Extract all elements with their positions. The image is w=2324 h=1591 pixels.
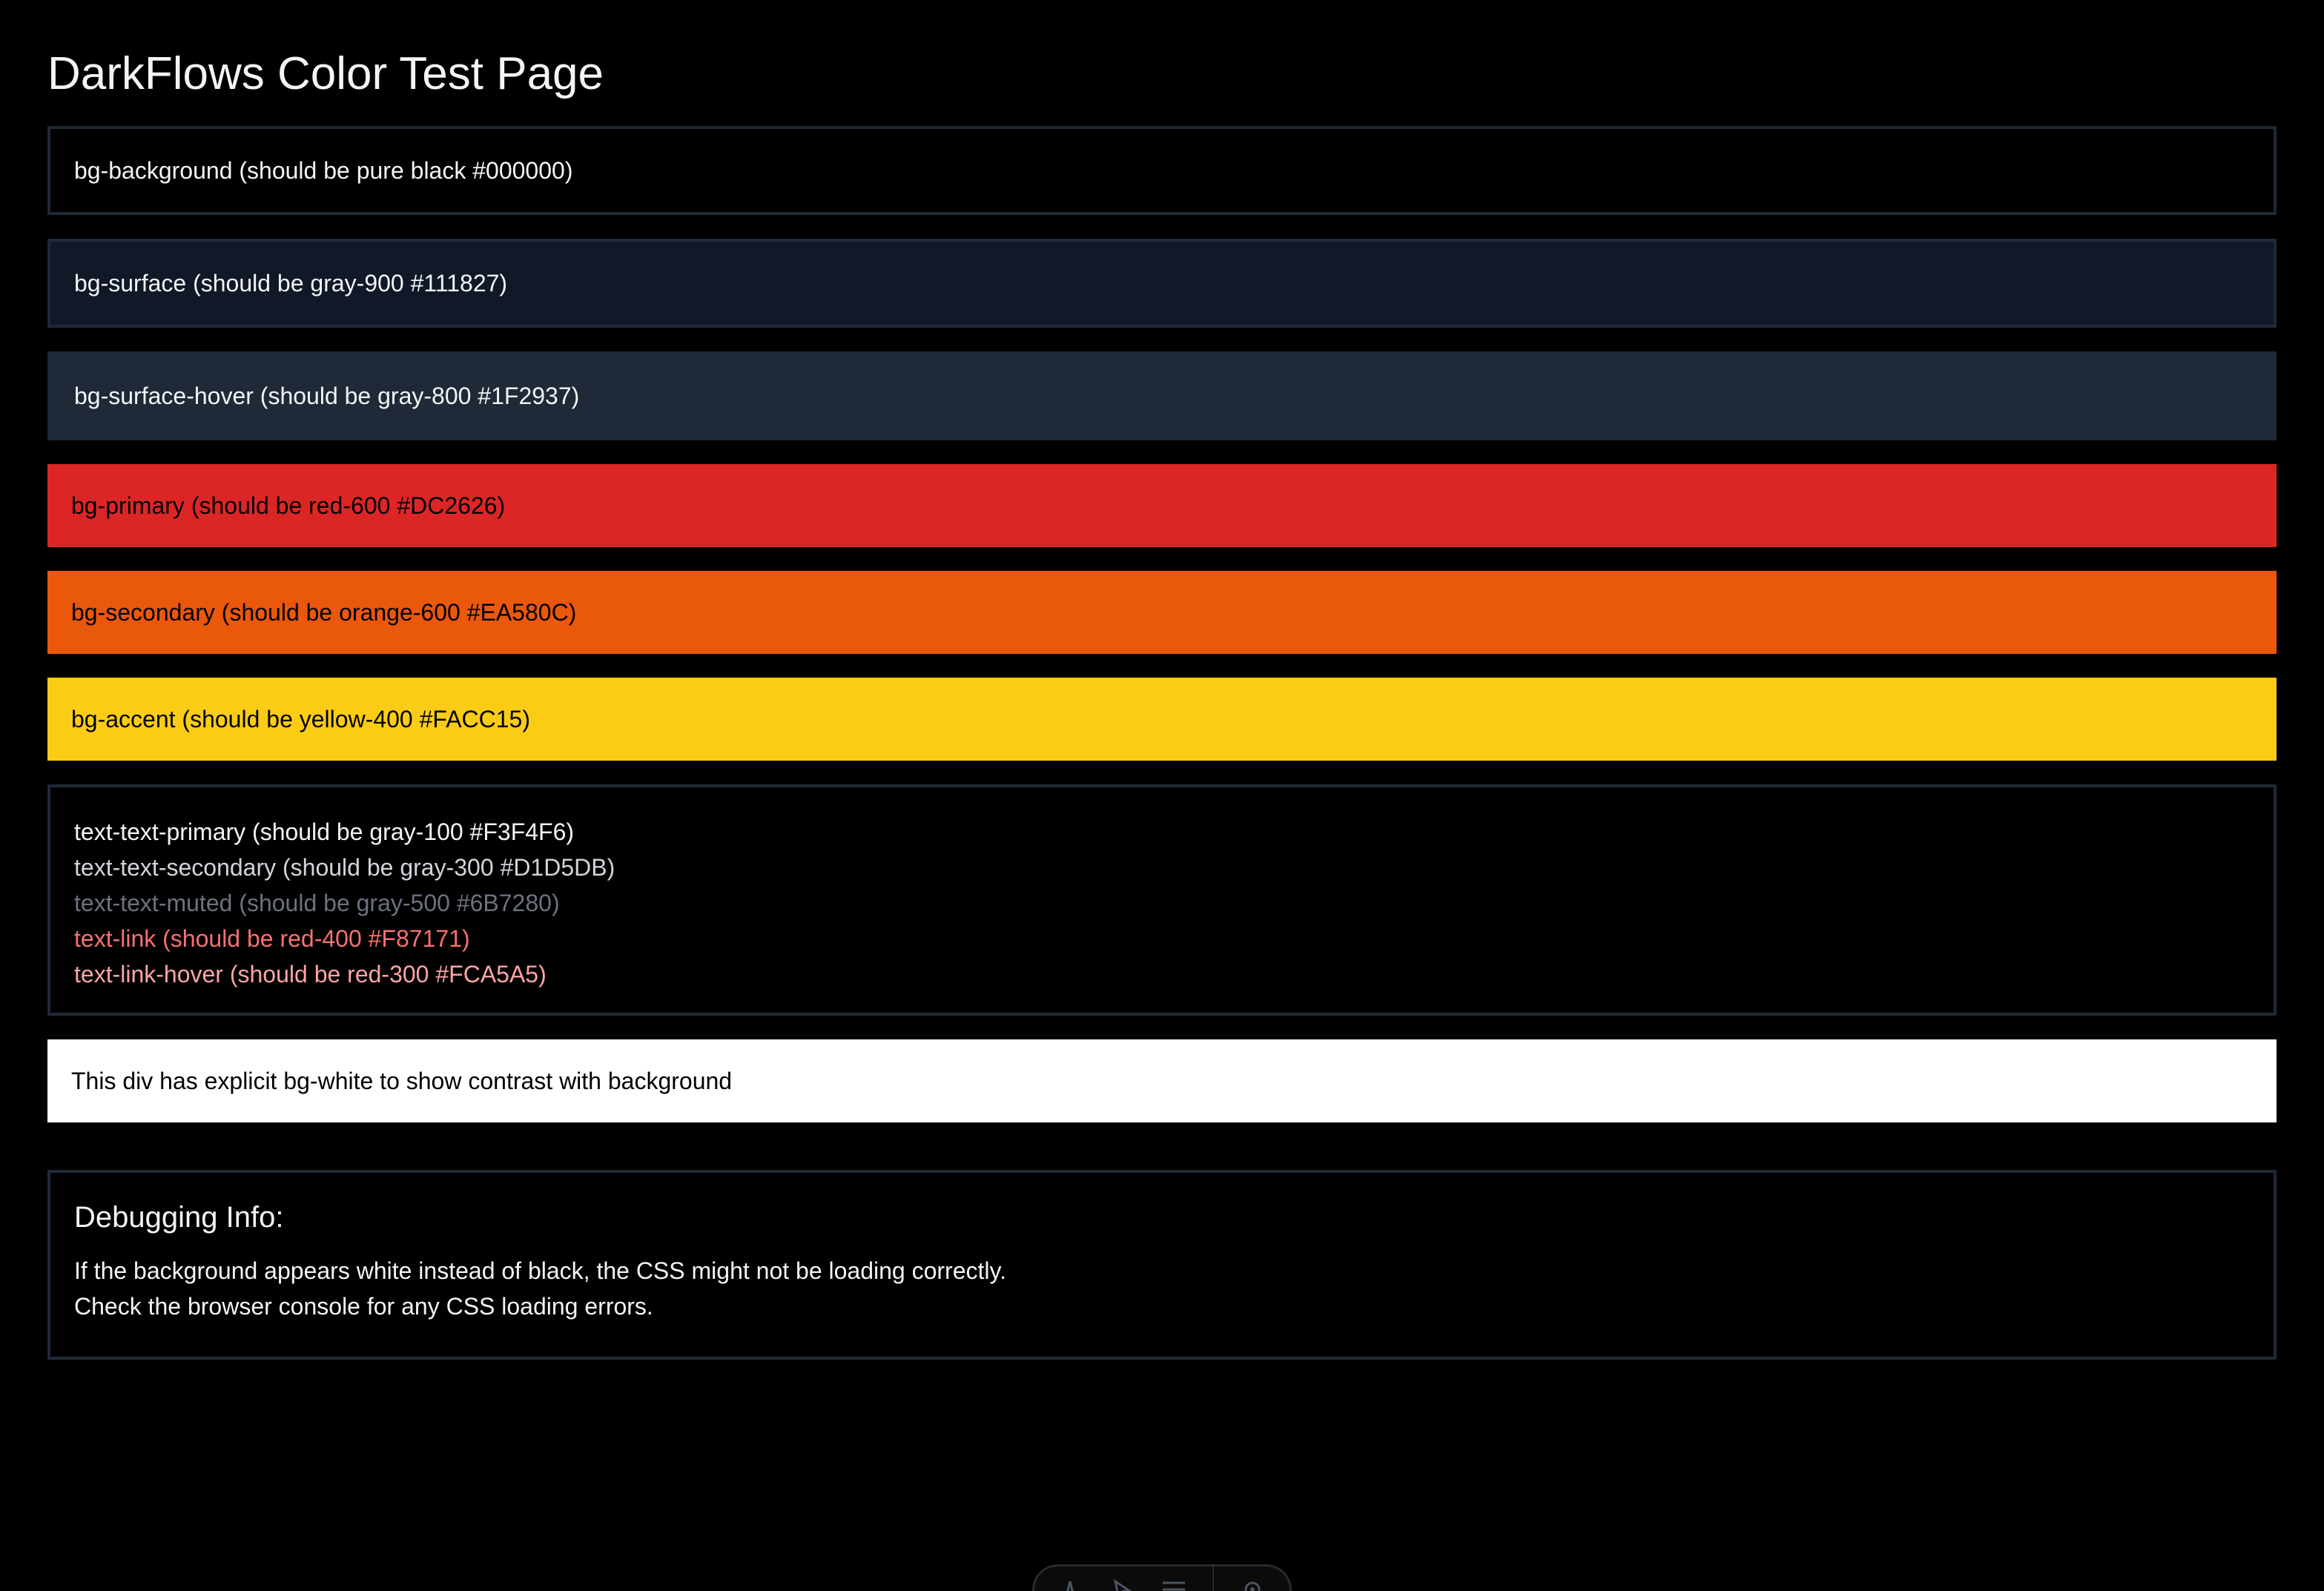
white-box-label: This div has explicit bg-white to show c… (71, 1068, 733, 1094)
settings-icon[interactable] (1239, 1578, 1266, 1591)
cursor-icon[interactable] (1109, 1578, 1135, 1591)
text-link-sample[interactable]: text-link (should be red-400 #F87171) (74, 921, 2250, 956)
swatch-label: bg-secondary (should be orange-600 #EA58… (71, 599, 577, 626)
white-contrast-box: This div has explicit bg-white to show c… (47, 1039, 2277, 1122)
swatch-bg-primary: bg-primary (should be red-600 #DC2626) (47, 464, 2277, 547)
color-test-page: DarkFlows Color Test Page bg-background … (0, 0, 2324, 1591)
swatch-label: bg-surface-hover (should be gray-800 #1F… (74, 383, 580, 409)
page-title: DarkFlows Color Test Page (47, 48, 604, 99)
swatch-bg-surface: bg-surface (should be gray-900 #111827) (47, 239, 2277, 328)
swatch-label: bg-accent (should be yellow-400 #FACC15) (71, 706, 530, 732)
swatch-bg-secondary: bg-secondary (should be orange-600 #EA58… (47, 571, 2277, 654)
debug-heading: Debugging Info: (74, 1201, 284, 1234)
debug-line-1: If the background appears white instead … (74, 1257, 1007, 1284)
text-link-hover-sample[interactable]: text-link-hover (should be red-300 #FCA5… (74, 956, 2250, 992)
swatch-label: bg-background (should be pure black #000… (74, 157, 573, 184)
swatch-bg-accent: bg-accent (should be yellow-400 #FACC15) (47, 678, 2277, 761)
astro-icon[interactable] (1057, 1578, 1083, 1591)
toolbar-divider (1212, 1567, 1214, 1591)
swatch-bg-surface-hover: bg-surface-hover (should be gray-800 #1F… (47, 351, 2277, 440)
swatch-bg-background: bg-background (should be pure black #000… (47, 126, 2277, 215)
dev-toolbar (1032, 1564, 1292, 1591)
text-secondary-sample: text-text-secondary (should be gray-300 … (74, 854, 615, 881)
text-color-samples: text-text-primary (should be gray-100 #F… (47, 784, 2277, 1016)
debug-line-2: Check the browser console for any CSS lo… (74, 1293, 653, 1320)
text-muted-sample: text-text-muted (should be gray-500 #6B7… (74, 890, 560, 916)
text-primary-sample: text-text-primary (should be gray-100 #F… (74, 818, 575, 845)
swatch-label: bg-surface (should be gray-900 #111827) (74, 270, 508, 297)
debug-text: If the background appears white instead … (74, 1253, 2250, 1324)
debugging-info-panel: Debugging Info: If the background appear… (47, 1170, 2277, 1360)
menu-icon[interactable] (1161, 1578, 1187, 1591)
swatch-label: bg-primary (should be red-600 #DC2626) (71, 492, 506, 519)
